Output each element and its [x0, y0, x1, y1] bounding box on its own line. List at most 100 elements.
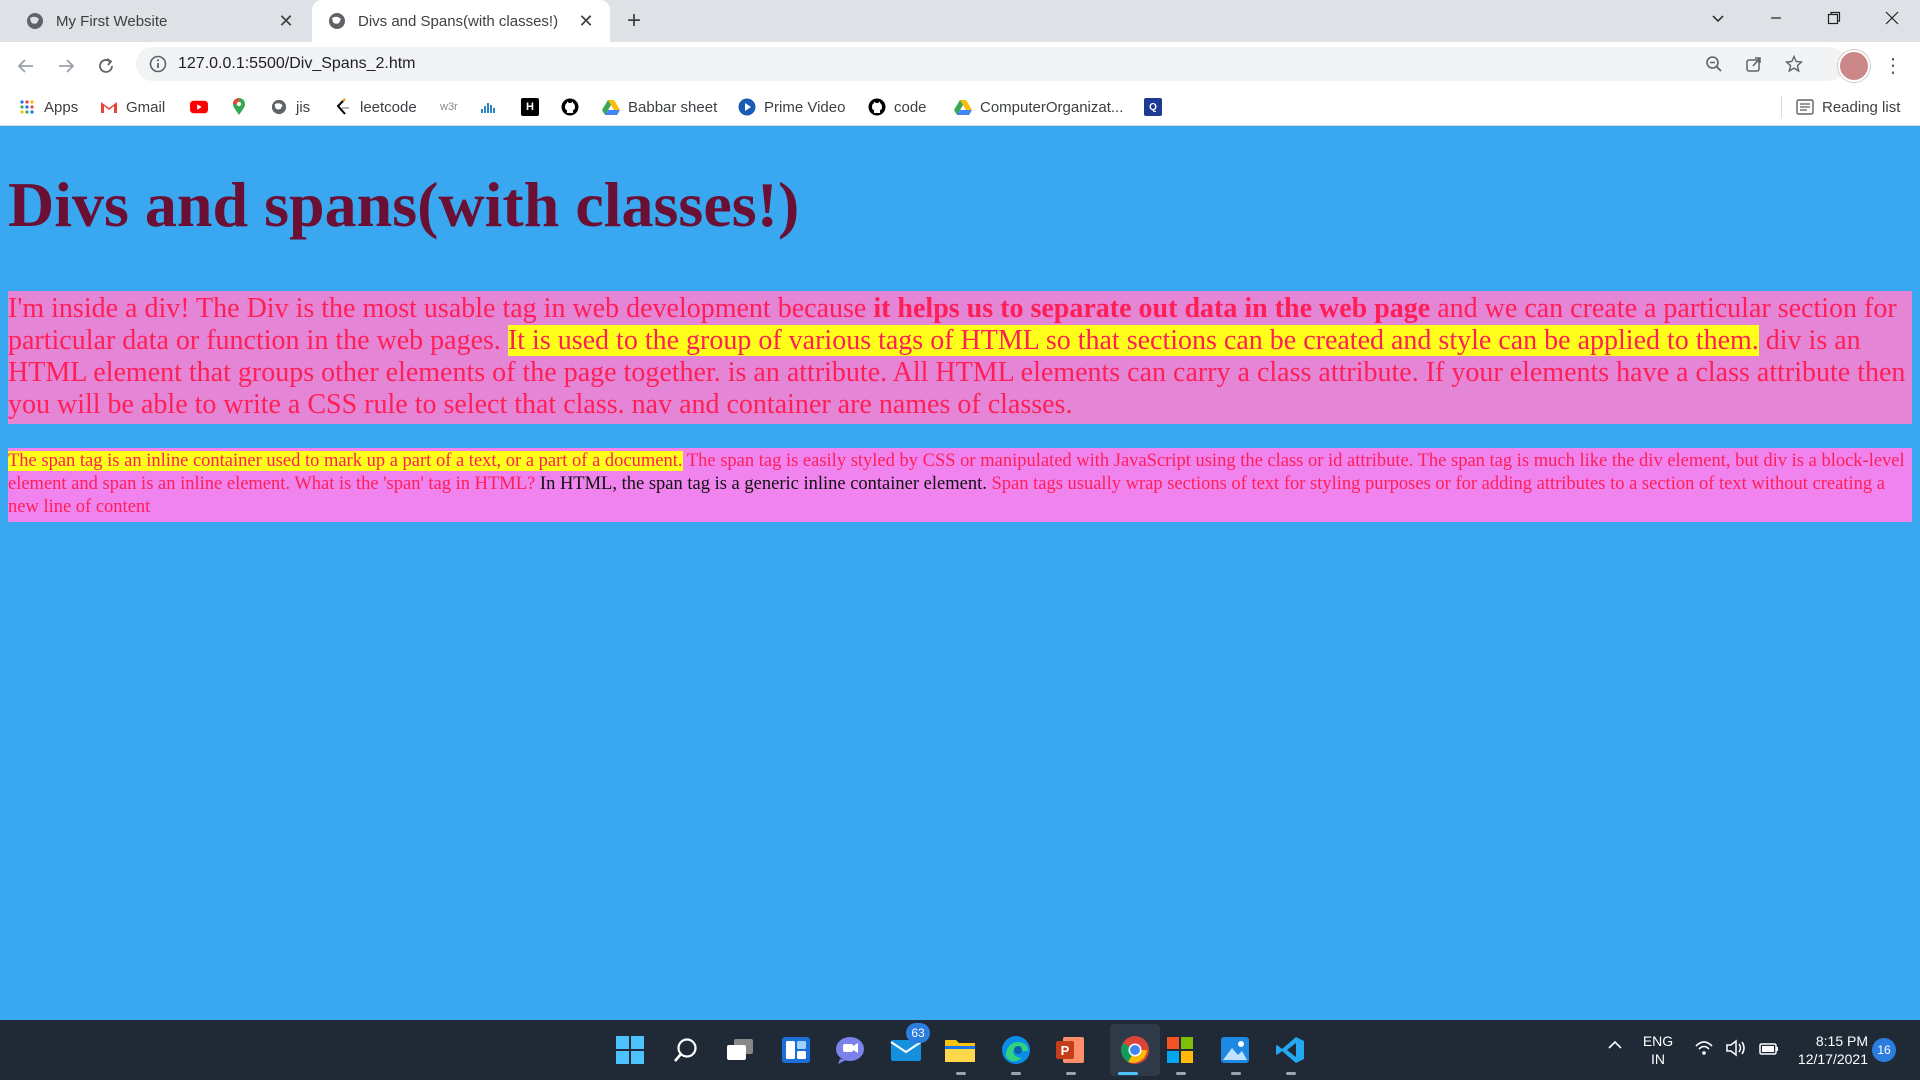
close-tab-icon[interactable]: ✕ [574, 9, 598, 33]
close-tab-icon[interactable]: ✕ [274, 9, 298, 33]
clock[interactable]: 8:15 PM 12/17/2021 [1786, 1032, 1868, 1068]
maps-pin-icon [230, 98, 248, 116]
span-highlighted-text: The span tag is an inline container used… [8, 451, 683, 471]
bookmark-w3r[interactable]: w3r [440, 96, 458, 118]
globe-icon [27, 13, 43, 29]
bookmark-label: Apps [44, 98, 79, 116]
show-hidden-icons-button[interactable] [1600, 1038, 1630, 1054]
site-info-icon[interactable] [148, 54, 168, 74]
share-icon[interactable] [1738, 47, 1770, 81]
bookmark-chart[interactable] [480, 96, 506, 118]
bookmark-search-box[interactable]: Q [1144, 96, 1170, 118]
span-paragraph: The span tag is an inline container used… [8, 448, 1912, 522]
reading-list-label: Reading list [1822, 98, 1901, 116]
back-button[interactable] [10, 50, 42, 82]
system-tray-quick-settings[interactable] [1694, 1039, 1780, 1057]
globe-icon [329, 13, 345, 29]
back-arrow-icon [17, 59, 33, 73]
browser-menu-icon[interactable]: ⋮ [1878, 50, 1908, 80]
bookmark-label: Gmail [126, 98, 166, 116]
reading-list-icon [1796, 98, 1814, 116]
start-button[interactable] [612, 1032, 648, 1068]
store-button[interactable] [1162, 1032, 1198, 1068]
teams-chat-button[interactable] [832, 1032, 868, 1068]
reload-icon [99, 58, 113, 73]
vscode-icon [1276, 1037, 1304, 1063]
widgets-button[interactable] [778, 1032, 814, 1068]
search-button[interactable] [668, 1032, 704, 1068]
clock-time: 8:15 PM [1815, 1033, 1868, 1049]
edge-button[interactable] [998, 1032, 1034, 1068]
file-explorer-button[interactable] [942, 1032, 978, 1068]
search-box-icon: Q [1144, 98, 1162, 116]
bookmark-hackerrank[interactable]: H [521, 96, 547, 118]
running-indicator [956, 1072, 966, 1075]
task-view-button[interactable] [722, 1032, 758, 1068]
zoom-icon[interactable] [1698, 47, 1730, 81]
tab-divs-and-spans[interactable]: Divs and Spans(with classes!) ✕ [312, 0, 610, 42]
drive-icon [602, 98, 620, 116]
leetcode-icon [334, 98, 352, 116]
bookmark-apps[interactable]: Apps [18, 96, 78, 118]
github-icon [561, 98, 579, 116]
bookmark-label: ComputerOrganizat... [980, 98, 1124, 116]
tab-search-chevron-icon[interactable] [1692, 0, 1744, 36]
close-window-button[interactable] [1866, 0, 1918, 36]
url-text: 127.0.0.1:5500/Div_Spans_2.htm [178, 55, 416, 72]
drive-icon [954, 98, 972, 116]
chat-icon [836, 1037, 864, 1064]
bookmark-label: jis [296, 98, 311, 116]
address-bar[interactable]: 127.0.0.1:5500/Div_Spans_2.htm [136, 47, 1846, 81]
photos-button[interactable] [1217, 1032, 1253, 1068]
bookmark-label: Babbar sheet [628, 98, 718, 116]
bookmark-label: leetcode [360, 98, 417, 116]
browser-toolbar: 127.0.0.1:5500/Div_Spans_2.htm ⋮ [0, 42, 1920, 88]
notification-count-badge[interactable]: 16 [1872, 1038, 1896, 1062]
globe-icon [270, 98, 288, 116]
bookmark-code[interactable]: code [868, 96, 927, 118]
div-highlighted-text: It is used to the group of various tags … [507, 325, 1759, 356]
widgets-icon [782, 1037, 810, 1063]
edge-browser-icon [1002, 1036, 1030, 1064]
running-indicator [1011, 1072, 1021, 1075]
bookmark-github[interactable] [561, 96, 587, 118]
chart-icon [480, 98, 498, 116]
div-bold-text: it helps us to separate out data in the … [873, 293, 1431, 324]
bookmark-label: Prime Video [764, 98, 846, 116]
bookmark-prime-video[interactable]: Prime Video [738, 96, 845, 118]
language-code: ENG [1642, 1033, 1674, 1049]
bookmark-youtube[interactable] [190, 96, 216, 118]
volume-icon [1726, 1039, 1745, 1057]
reading-list-button[interactable]: Reading list [1796, 96, 1900, 118]
chevron-up-icon [1608, 1040, 1622, 1049]
profile-avatar[interactable] [1838, 50, 1870, 82]
language-indicator[interactable]: ENG IN [1636, 1032, 1680, 1068]
store-icon [1167, 1037, 1193, 1063]
bookmark-babbar-sheet[interactable]: Babbar sheet [602, 96, 717, 118]
gmail-icon [100, 98, 118, 116]
bookmark-jis[interactable]: jis [270, 96, 310, 118]
powerpoint-button[interactable]: P [1052, 1032, 1088, 1068]
running-indicator [1066, 1072, 1076, 1075]
chrome-button[interactable] [1117, 1032, 1153, 1068]
apps-grid-icon [18, 98, 36, 116]
restore-button[interactable] [1808, 0, 1860, 36]
running-indicator [1176, 1072, 1186, 1075]
forward-button[interactable] [50, 50, 82, 82]
bookmark-gmail[interactable]: Gmail [100, 96, 165, 118]
bookmark-leetcode[interactable]: leetcode [334, 96, 417, 118]
new-tab-button[interactable]: + [620, 7, 648, 35]
bookmark-star-icon[interactable] [1778, 47, 1810, 81]
tab-my-first-website[interactable]: My First Website ✕ [10, 0, 310, 42]
span-dark-text: In HTML, the span tag is a generic inlin… [539, 474, 987, 494]
region-code: IN [1651, 1051, 1665, 1067]
tab-title: My First Website [56, 12, 168, 30]
vscode-button[interactable] [1272, 1032, 1308, 1068]
bookmark-maps[interactable] [230, 96, 256, 118]
reload-button[interactable] [90, 50, 122, 82]
bookmark-computer-organization[interactable]: ComputerOrganizat... [954, 96, 1123, 118]
div-text-intro: I'm inside a div! The Div is the most us… [8, 293, 874, 324]
minimize-button[interactable] [1750, 0, 1802, 36]
battery-icon [1759, 1043, 1778, 1055]
tab-title: Divs and Spans(with classes!) [358, 12, 559, 30]
